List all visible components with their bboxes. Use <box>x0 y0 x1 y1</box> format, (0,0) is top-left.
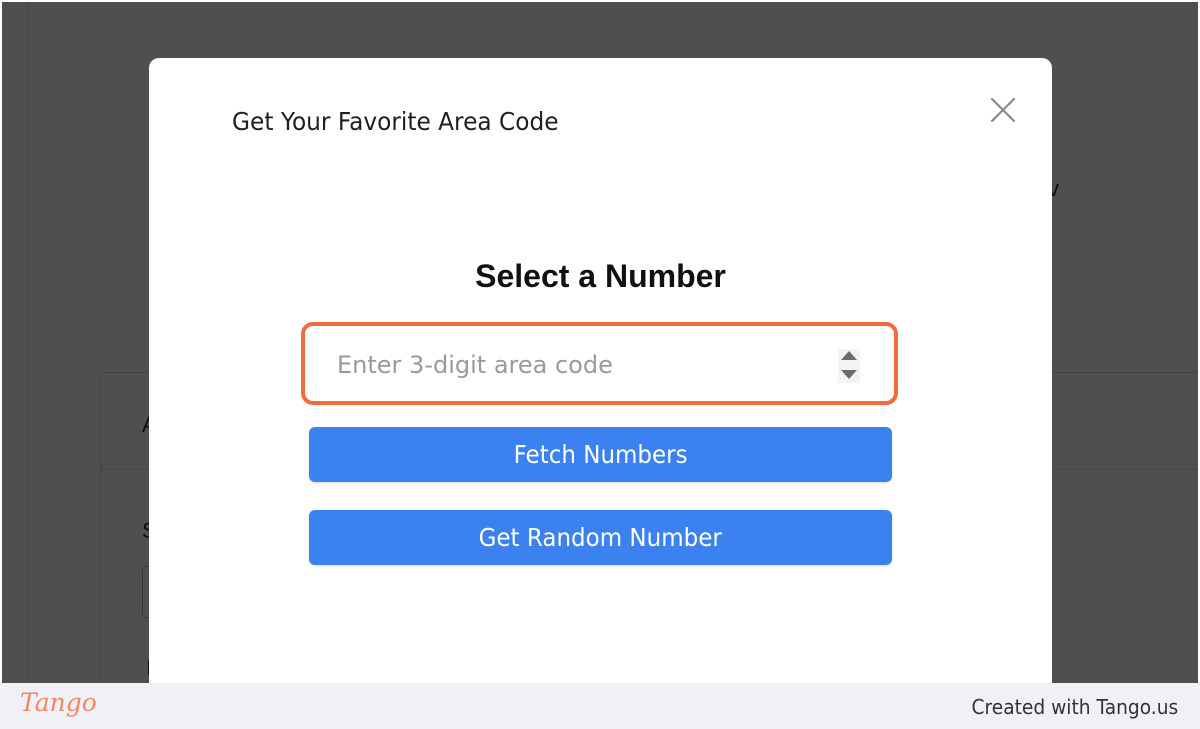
get-random-number-label: Get Random Number <box>478 523 723 552</box>
fetch-numbers-label: Fetch Numbers <box>513 440 688 469</box>
stepper-up-icon[interactable] <box>841 351 857 360</box>
tango-footer: Tango Created with Tango.us <box>0 683 1200 729</box>
screenshot-stage: A S I v Get Your Favorite Area Code Sele… <box>0 0 1200 729</box>
area-code-input[interactable] <box>309 331 862 399</box>
area-code-modal: Get Your Favorite Area Code Select a Num… <box>149 58 1052 698</box>
get-random-number-button[interactable]: Get Random Number <box>309 510 892 565</box>
select-number-heading: Select a Number <box>475 258 726 294</box>
number-stepper[interactable] <box>838 349 860 383</box>
area-code-field <box>309 331 862 399</box>
modal-title: Get Your Favorite Area Code <box>232 107 559 136</box>
tango-credit: Created with Tango.us <box>971 695 1178 719</box>
stepper-down-icon[interactable] <box>841 370 857 379</box>
fetch-numbers-button[interactable]: Fetch Numbers <box>309 427 892 482</box>
tango-logo: Tango <box>20 688 97 717</box>
close-icon[interactable] <box>987 94 1019 126</box>
